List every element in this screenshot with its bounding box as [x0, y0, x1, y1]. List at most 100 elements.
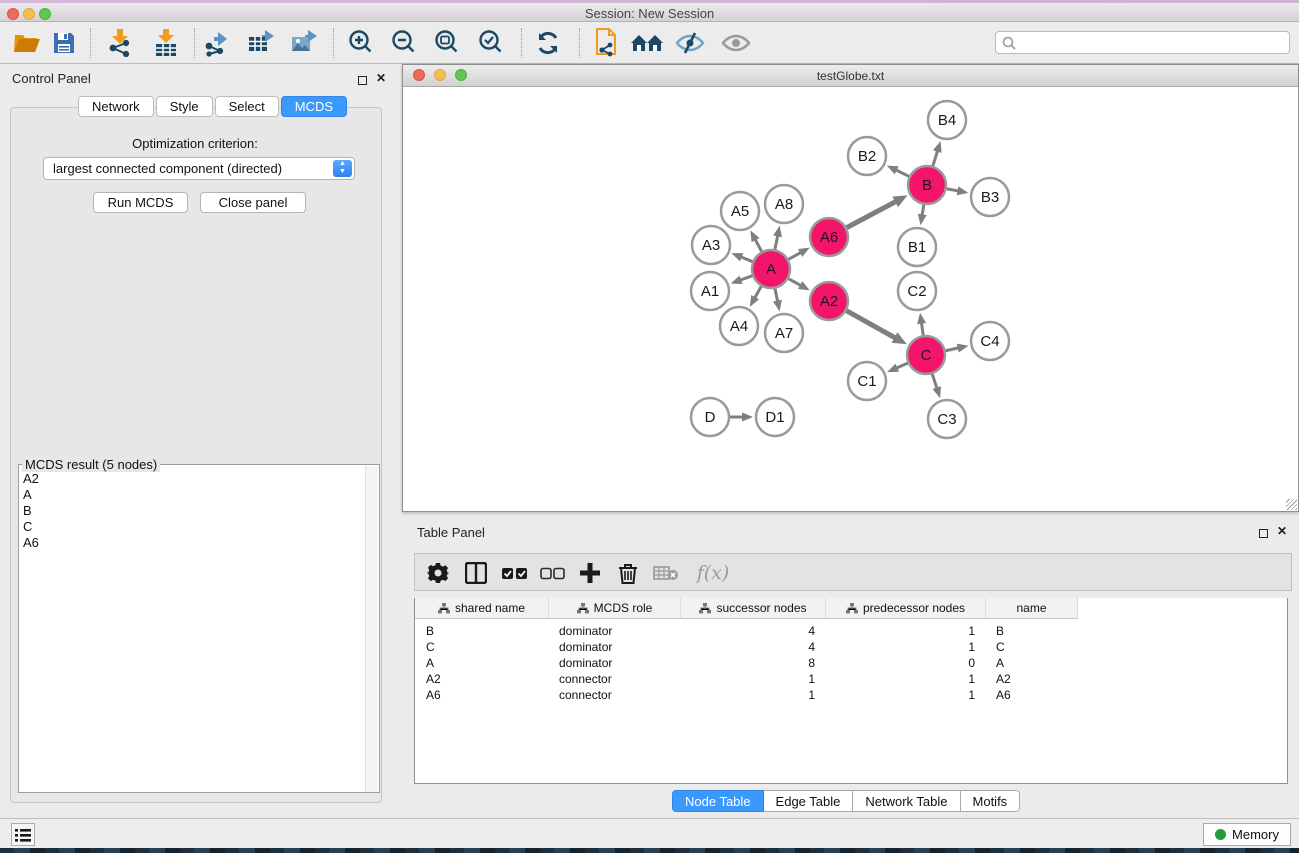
column-header-mcds-role[interactable]: MCDS role	[549, 598, 681, 619]
graph-edge-A-A4[interactable]	[750, 286, 761, 306]
hide-details-icon[interactable]	[672, 27, 708, 59]
mcds-result-item[interactable]: A2	[23, 471, 39, 487]
graph-node-A8[interactable]: A8	[765, 185, 803, 223]
memory-button[interactable]: Memory	[1203, 823, 1291, 846]
cell[interactable]: 1	[875, 671, 975, 687]
graph-node-D[interactable]: D	[691, 398, 729, 436]
criterion-dropdown[interactable]: largest connected component (directed) ▲…	[43, 157, 355, 180]
network-window-titlebar[interactable]: testGlobe.txt	[403, 65, 1298, 87]
graph-node-A[interactable]: A	[752, 250, 790, 288]
graph-edge-A-A6[interactable]	[789, 248, 810, 260]
graph-node-A4[interactable]: A4	[720, 307, 758, 345]
tab-motifs[interactable]: Motifs	[961, 790, 1021, 812]
graph-node-C2[interactable]: C2	[898, 272, 936, 310]
graph-edge-A-A8[interactable]	[773, 226, 782, 250]
cell[interactable]: dominator	[559, 639, 612, 655]
add-column-icon[interactable]	[575, 559, 605, 587]
graph-edge-C-C4[interactable]	[946, 344, 969, 353]
cell[interactable]: connector	[559, 687, 612, 703]
graph-node-A7[interactable]: A7	[765, 314, 803, 352]
mcds-result-scrollbar[interactable]	[365, 466, 378, 792]
table-panel-close-button[interactable]: ✕	[1277, 524, 1287, 538]
open-folder-icon[interactable]	[9, 27, 45, 59]
graph-node-A6[interactable]: A6	[810, 218, 848, 256]
control-panel-float-button[interactable]	[358, 72, 367, 90]
column-header-successor-nodes[interactable]: successor nodes	[681, 598, 826, 619]
home-networks-icon[interactable]	[629, 27, 665, 59]
cell[interactable]: 1	[715, 671, 815, 687]
delete-column-icon[interactable]	[613, 559, 643, 587]
refresh-layout-icon[interactable]	[530, 27, 566, 59]
cell[interactable]: 1	[875, 687, 975, 703]
cell[interactable]: B	[426, 623, 434, 639]
cell[interactable]: A	[426, 655, 434, 671]
column-header-shared-name[interactable]: shared name	[415, 598, 549, 619]
tab-mcds[interactable]: MCDS	[281, 96, 347, 117]
tab-node-table[interactable]: Node Table	[672, 790, 764, 812]
mcds-result-item[interactable]: B	[23, 503, 39, 519]
graph-node-B2[interactable]: B2	[848, 137, 886, 175]
cell[interactable]: connector	[559, 671, 612, 687]
zoom-fit-icon[interactable]	[429, 27, 465, 59]
graph-node-C3[interactable]: C3	[928, 400, 966, 438]
graph-edge-D-D1[interactable]	[730, 413, 753, 422]
save-icon[interactable]	[46, 27, 82, 59]
cell[interactable]: B	[996, 623, 1004, 639]
run-mcds-button[interactable]: Run MCDS	[93, 192, 188, 213]
export-network-icon[interactable]	[200, 27, 236, 59]
cell[interactable]: A6	[996, 687, 1011, 703]
graph-edge-A-A5[interactable]	[750, 230, 761, 251]
graph-edge-B-B1[interactable]	[918, 205, 927, 226]
column-header-name[interactable]: name	[986, 598, 1078, 619]
graph-edge-A-A3[interactable]	[731, 253, 752, 261]
table-panel-float-button[interactable]	[1259, 525, 1268, 543]
zoom-out-icon[interactable]	[386, 27, 422, 59]
search-input[interactable]	[995, 31, 1290, 54]
clear-checkboxes-icon[interactable]	[537, 559, 567, 587]
close-panel-button[interactable]: Close panel	[200, 192, 306, 213]
cell[interactable]: A	[996, 655, 1004, 671]
cell[interactable]: dominator	[559, 623, 612, 639]
select-all-checkboxes-icon[interactable]	[499, 559, 529, 587]
cell[interactable]: 1	[715, 687, 815, 703]
export-table-icon[interactable]	[243, 27, 279, 59]
task-history-button[interactable]	[11, 823, 35, 846]
tab-network[interactable]: Network	[78, 96, 154, 117]
cell[interactable]: A6	[426, 687, 441, 703]
column-header-predecessor-nodes[interactable]: predecessor nodes	[826, 598, 986, 619]
cell[interactable]: 1	[875, 623, 975, 639]
export-image-icon[interactable]	[286, 27, 322, 59]
zoom-in-icon[interactable]	[343, 27, 379, 59]
mcds-result-item[interactable]: A6	[23, 535, 39, 551]
graph-node-B3[interactable]: B3	[971, 178, 1009, 216]
cell[interactable]: A2	[426, 671, 441, 687]
mcds-result-item[interactable]: A	[23, 487, 39, 503]
graph-edge-B-B2[interactable]	[887, 166, 909, 177]
split-columns-icon[interactable]	[461, 559, 491, 587]
graph-edge-A-A1[interactable]	[731, 276, 752, 284]
graph-node-A5[interactable]: A5	[721, 192, 759, 230]
cell[interactable]: C	[426, 639, 435, 655]
mcds-result-item[interactable]: C	[23, 519, 39, 535]
graph-node-C[interactable]: C	[907, 336, 945, 374]
graph-edge-B-B3[interactable]	[947, 186, 969, 195]
graph-edge-A6-B[interactable]	[847, 195, 908, 227]
cell[interactable]: 4	[715, 639, 815, 655]
import-table-icon[interactable]	[148, 27, 184, 59]
import-network-icon[interactable]	[102, 27, 138, 59]
network-canvas[interactable]: B4B2BB3A5A8A6A3B1AA1C2A2A4A7C4CC1C3DD1	[403, 87, 1298, 511]
cell[interactable]: C	[996, 639, 1005, 655]
cell[interactable]: 0	[875, 655, 975, 671]
cell[interactable]: 8	[715, 655, 815, 671]
graph-node-B[interactable]: B	[908, 166, 946, 204]
graph-edge-B-B4[interactable]	[933, 141, 942, 166]
cell[interactable]: dominator	[559, 655, 612, 671]
graph-node-A3[interactable]: A3	[692, 226, 730, 264]
cell[interactable]: A2	[996, 671, 1011, 687]
tab-select[interactable]: Select	[215, 96, 279, 117]
show-details-icon[interactable]	[718, 27, 754, 59]
control-panel-close-button[interactable]: ✕	[376, 71, 386, 85]
graph-edge-A2-C[interactable]	[846, 311, 906, 345]
graph-node-A2[interactable]: A2	[810, 282, 848, 320]
zoom-selected-icon[interactable]	[473, 27, 509, 59]
